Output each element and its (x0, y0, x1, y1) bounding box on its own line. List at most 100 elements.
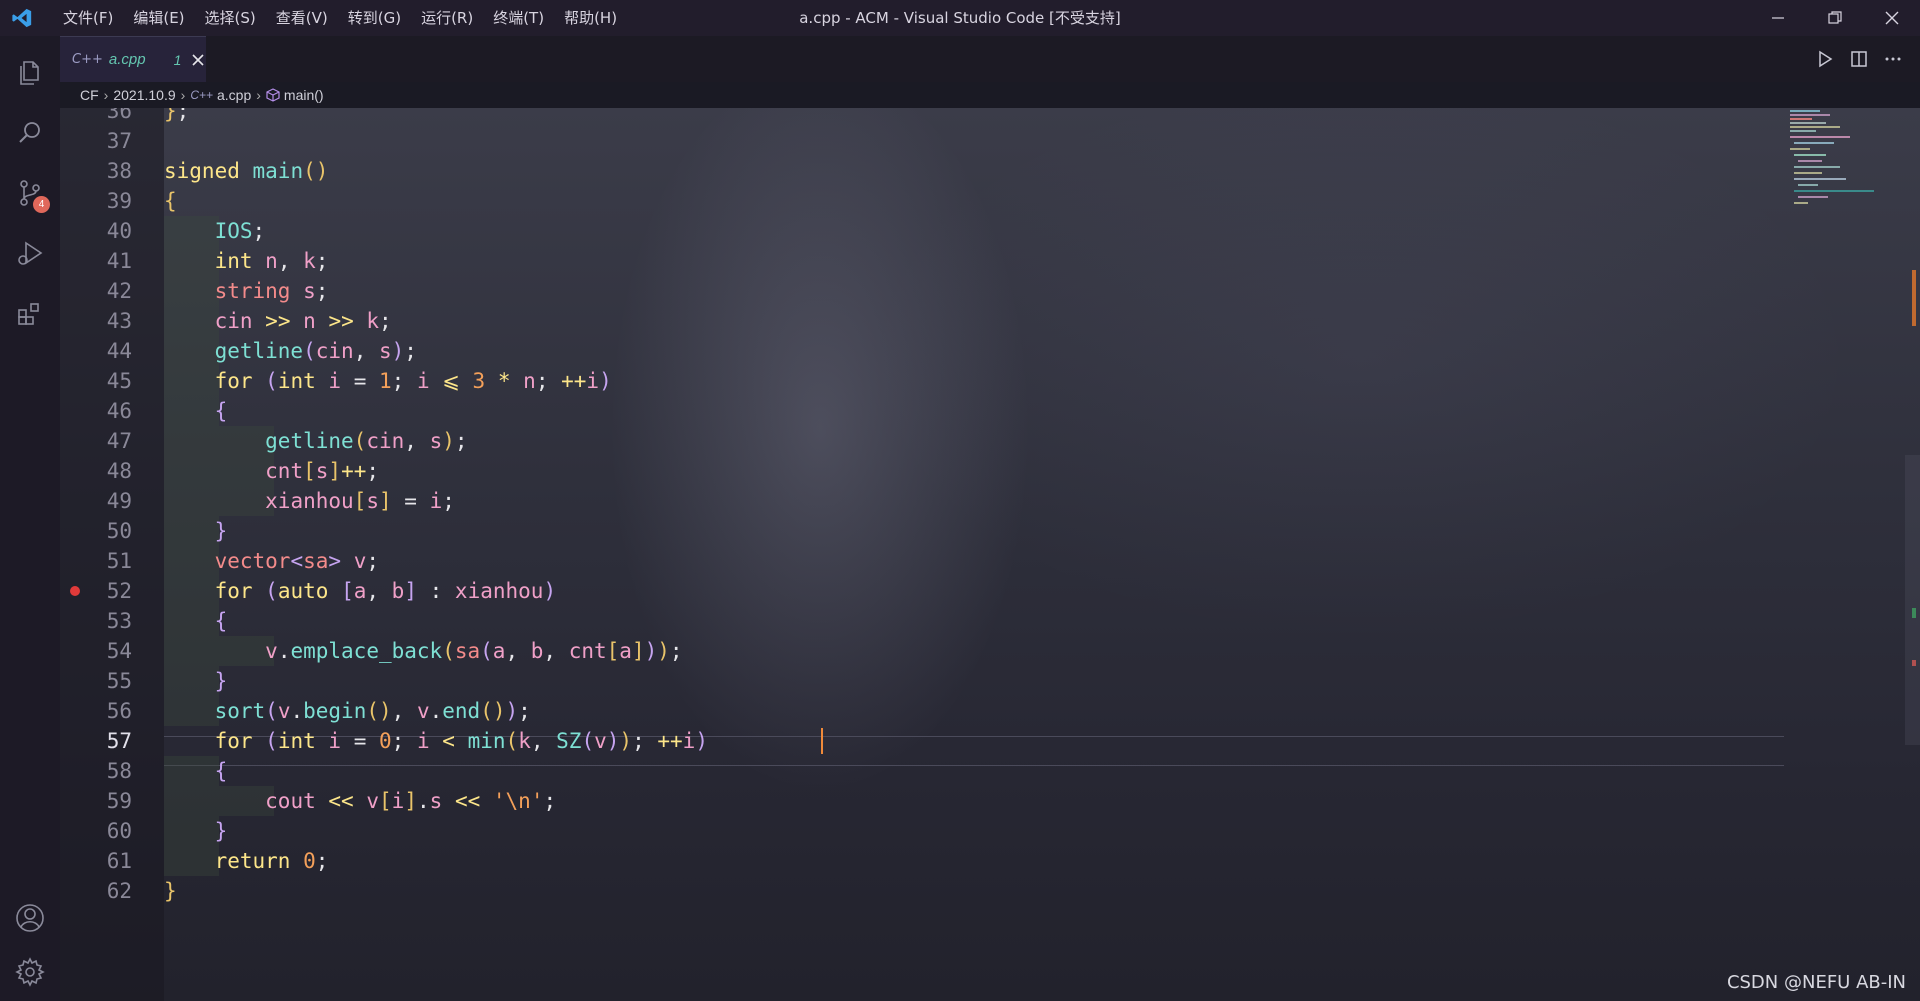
cpp-file-icon: C++ (190, 88, 213, 102)
code-line: 39 { (60, 186, 1780, 216)
line-number: 39 (106, 189, 132, 213)
scroll-marker (1912, 608, 1916, 618)
search-icon (19, 122, 40, 143)
search-button[interactable] (0, 104, 60, 162)
watermark: CSDN @NEFU AB-IN (1726, 972, 1906, 993)
minimap-line (1790, 122, 1826, 124)
code-text: getline(cin, s); (214, 339, 417, 363)
line-number: 43 (106, 309, 132, 333)
code-line: 51 vector<sa> v; (60, 546, 1780, 576)
minimap-line (1790, 114, 1830, 116)
symbol-function-icon (266, 88, 280, 102)
minimap-line (1790, 130, 1816, 132)
minimap-line (1790, 110, 1820, 112)
code-text: } (214, 669, 228, 693)
code-editor[interactable]: 36 }; 37 38 signed main() 39 { 40 IOS; 4… (60, 108, 1920, 1001)
code-line: 37 (60, 126, 1780, 156)
menu-edit[interactable]: 编辑(E) (123, 0, 194, 36)
code-text: int n, k; (214, 249, 329, 273)
code-text: string s; (214, 279, 329, 303)
menu-goto[interactable]: 转到(G) (338, 0, 411, 36)
line-number: 51 (106, 549, 132, 573)
code-line: 40 IOS; (60, 216, 1780, 246)
code-text: v.emplace_back(sa(a, b, cnt[a])); (265, 639, 683, 663)
code-line: 56 sort(v.begin(), v.end()); (60, 696, 1780, 726)
more-icon (1885, 57, 1901, 61)
activity-bar: 4 (0, 36, 60, 1001)
code-text: { (214, 609, 228, 633)
line-number: 61 (106, 849, 132, 873)
code-line: 36 }; (60, 108, 1780, 126)
code-text: sort(v.begin(), v.end()); (214, 699, 531, 723)
breadcrumb-cf[interactable]: CF (80, 87, 99, 103)
minimap-line (1794, 142, 1834, 144)
window-controls (1749, 0, 1920, 36)
line-number: 37 (106, 129, 132, 153)
minimap-line (1790, 126, 1840, 128)
explorer-button[interactable] (0, 44, 60, 102)
tab-bar: C++ a.cpp 1 (60, 36, 1920, 82)
line-number: 56 (106, 699, 132, 723)
menu-run[interactable]: 运行(R) (411, 0, 483, 36)
line-number: 54 (106, 639, 132, 663)
code-text: return 0; (214, 849, 329, 873)
breadcrumb-symbol[interactable]: main() (284, 87, 324, 103)
line-number: 46 (106, 399, 132, 423)
line-number: 59 (106, 789, 132, 813)
run-debug-icon (18, 241, 43, 265)
settings-button[interactable] (0, 943, 60, 1001)
account-button[interactable] (0, 889, 60, 947)
code-text: for (auto [a, b] : xianhou) (214, 579, 557, 603)
menu-terminal[interactable]: 终端(T) (483, 0, 554, 36)
menu-help[interactable]: 帮助(H) (554, 0, 627, 36)
menu-file[interactable]: 文件(F) (53, 0, 123, 36)
minimap-line (1794, 190, 1874, 192)
more-actions-button[interactable] (1876, 42, 1910, 76)
breadcrumb-folder[interactable]: 2021.10.9 (113, 87, 175, 103)
line-number: 53 (106, 609, 132, 633)
code-line: 60 } (60, 816, 1780, 846)
source-control-badge: 4 (33, 196, 50, 213)
code-line: 43 cin >> n >> k; (60, 306, 1780, 336)
menu-view[interactable]: 查看(V) (266, 0, 338, 36)
restore-button[interactable] (1806, 0, 1863, 36)
extensions-button[interactable] (0, 284, 60, 342)
extensions-icon (18, 303, 39, 325)
code-text: } (214, 819, 228, 843)
code-line: 52 for (auto [a, b] : xianhou) (60, 576, 1780, 606)
close-window-button[interactable] (1863, 0, 1920, 36)
close-icon[interactable] (191, 53, 205, 67)
vertical-scrollbar[interactable] (1905, 455, 1920, 745)
code-line-current: 57 for (int i = 0; i < min(k, SZ(v)); ++… (60, 726, 1780, 756)
line-number: 50 (106, 519, 132, 543)
source-control-button[interactable]: 4 (0, 164, 60, 222)
minimap[interactable] (1790, 110, 1880, 230)
code-line: 47 getline(cin, s); (60, 426, 1780, 456)
line-number: 48 (106, 459, 132, 483)
code-text: xianhou[s] = i; (265, 489, 455, 513)
title-bar: 文件(F) 编辑(E) 选择(S) 查看(V) 转到(G) 运行(R) 终端(T… (0, 0, 1920, 36)
chevron-right-icon: › (103, 87, 109, 103)
code-text: for (int i = 0; i < min(k, SZ(v)); ++i) (214, 729, 708, 753)
tab-a-cpp[interactable]: C++ a.cpp 1 (60, 36, 206, 82)
code-text: { (214, 399, 228, 423)
breadcrumb-file[interactable]: a.cpp (217, 87, 251, 103)
run-debug-button[interactable] (0, 224, 60, 282)
menu-selection[interactable]: 选择(S) (195, 0, 266, 36)
split-editor-button[interactable] (1842, 42, 1876, 76)
line-number: 36 (106, 108, 132, 123)
code-line: 44 getline(cin, s); (60, 336, 1780, 366)
chevron-right-icon: › (180, 87, 186, 103)
close-icon (1885, 11, 1898, 25)
minimize-button[interactable] (1749, 0, 1806, 36)
code-line: 45 for (int i = 1; i ⩽ 3 * n; ++i) (60, 366, 1780, 396)
minimap-line (1794, 202, 1808, 204)
restore-icon (1827, 11, 1842, 24)
run-code-button[interactable] (1808, 42, 1842, 76)
code-text: cin >> n >> k; (214, 309, 392, 333)
explorer-icon (20, 61, 39, 85)
code-text: for (int i = 1; i ⩽ 3 * n; ++i) (214, 369, 612, 393)
minimap-line (1794, 178, 1846, 180)
settings-gear-icon (15, 957, 45, 987)
line-number: 47 (106, 429, 132, 453)
